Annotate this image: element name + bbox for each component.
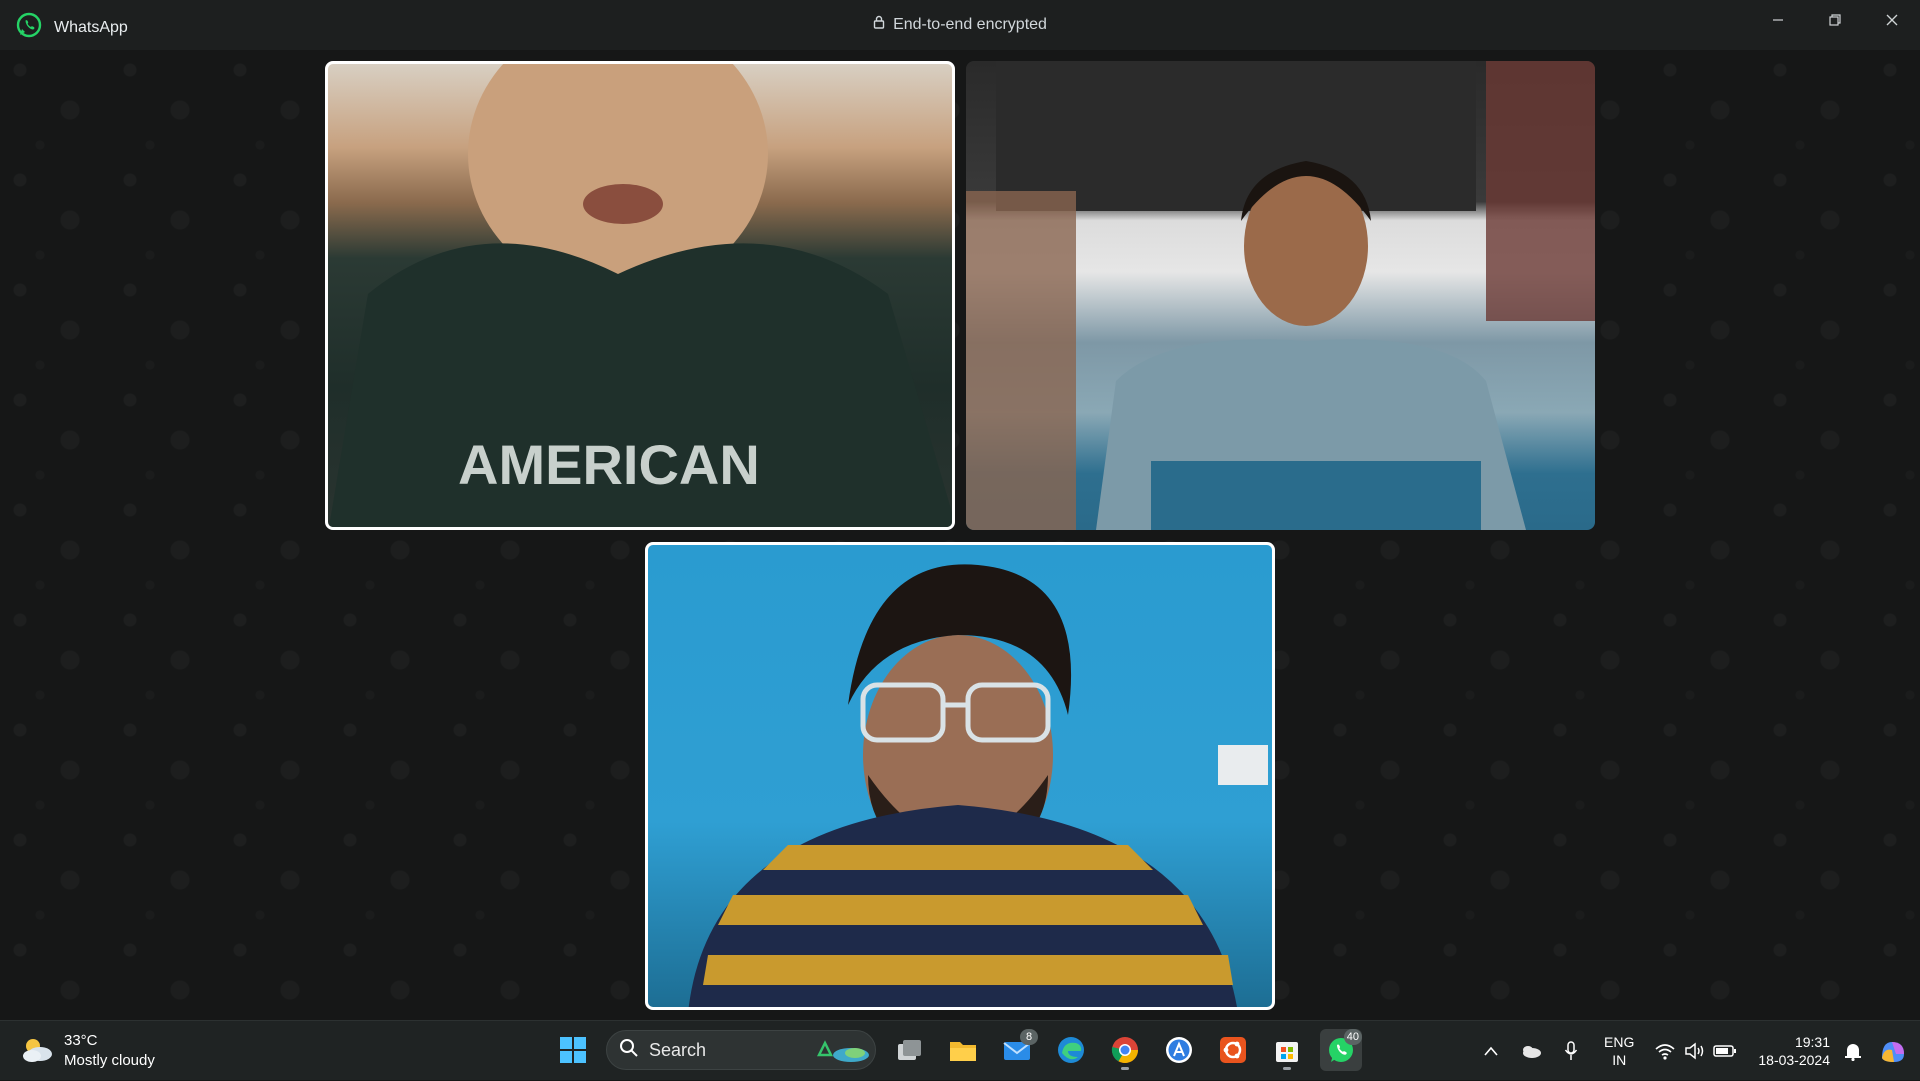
wifi-icon[interactable] bbox=[1650, 1036, 1680, 1066]
copilot-icon[interactable] bbox=[1878, 1036, 1908, 1066]
restore-button[interactable] bbox=[1806, 0, 1863, 40]
file-explorer-icon[interactable] bbox=[942, 1029, 984, 1071]
weather-widget[interactable]: 33°C Mostly cloudy bbox=[20, 1031, 155, 1071]
chrome-icon[interactable] bbox=[1104, 1029, 1146, 1071]
whatsapp-icon[interactable]: 40 bbox=[1320, 1029, 1362, 1071]
clock-time: 19:31 bbox=[1794, 1034, 1830, 1050]
weather-condition: Mostly cloudy bbox=[64, 1052, 155, 1069]
taskbar-search[interactable]: Search bbox=[606, 1030, 876, 1070]
edge-icon[interactable] bbox=[1050, 1029, 1092, 1071]
taskbar: 33°C Mostly cloudy Search 8 40 ENG IN 19… bbox=[0, 1020, 1920, 1080]
search-highlight-icon bbox=[809, 1033, 869, 1068]
close-button[interactable] bbox=[1863, 0, 1920, 40]
volume-icon[interactable] bbox=[1680, 1036, 1710, 1066]
encryption-text: End-to-end encrypted bbox=[893, 15, 1047, 33]
battery-icon[interactable] bbox=[1710, 1036, 1740, 1066]
ubuntu-icon[interactable] bbox=[1212, 1029, 1254, 1071]
weather-temperature: 33°C bbox=[64, 1032, 98, 1049]
participant-3-image bbox=[688, 564, 1268, 1007]
app-store-icon[interactable] bbox=[1158, 1029, 1200, 1071]
title-bar: WhatsApp End-to-end encrypted bbox=[0, 0, 1920, 50]
microphone-icon[interactable] bbox=[1556, 1036, 1586, 1066]
taskbar-apps: Search 8 40 bbox=[552, 1029, 1362, 1071]
shirt-text: AMERICAN bbox=[458, 433, 760, 496]
language-line-1: ENG bbox=[1604, 1034, 1635, 1050]
task-view-icon[interactable] bbox=[888, 1029, 930, 1071]
whatsapp-badge: 40 bbox=[1343, 1029, 1362, 1045]
mail-badge: 8 bbox=[1020, 1029, 1038, 1045]
windows-start-icon[interactable] bbox=[552, 1029, 594, 1071]
microsoft-store-icon[interactable] bbox=[1266, 1029, 1308, 1071]
clock[interactable]: 19:31 18-03-2024 bbox=[1758, 1033, 1830, 1069]
encryption-status: End-to-end encrypted bbox=[0, 15, 1920, 34]
partly-cloudy-icon bbox=[20, 1034, 54, 1069]
mail-icon[interactable]: 8 bbox=[996, 1029, 1038, 1071]
language-indicator[interactable]: ENG IN bbox=[1604, 1033, 1634, 1069]
participant-1-image: AMERICAN bbox=[329, 64, 952, 527]
participant-video-2[interactable] bbox=[966, 61, 1595, 530]
language-line-2: IN bbox=[1612, 1052, 1627, 1068]
search-icon bbox=[619, 1038, 639, 1063]
participant-2-image bbox=[966, 61, 1595, 530]
notification-bell-icon[interactable] bbox=[1838, 1036, 1868, 1066]
participant-video-3-self[interactable] bbox=[645, 542, 1275, 1010]
window-controls bbox=[1749, 0, 1920, 40]
lock-icon bbox=[873, 15, 885, 34]
system-tray: ENG IN 19:31 18-03-2024 bbox=[1476, 1021, 1920, 1081]
chevron-up-icon[interactable] bbox=[1476, 1036, 1506, 1066]
minimize-button[interactable] bbox=[1749, 0, 1806, 40]
call-stage: AMERICAN bbox=[0, 50, 1920, 1020]
onedrive-icon[interactable] bbox=[1516, 1036, 1546, 1066]
participant-video-1[interactable]: AMERICAN bbox=[325, 61, 955, 530]
search-label: Search bbox=[649, 1039, 707, 1060]
clock-date: 18-03-2024 bbox=[1758, 1052, 1830, 1068]
